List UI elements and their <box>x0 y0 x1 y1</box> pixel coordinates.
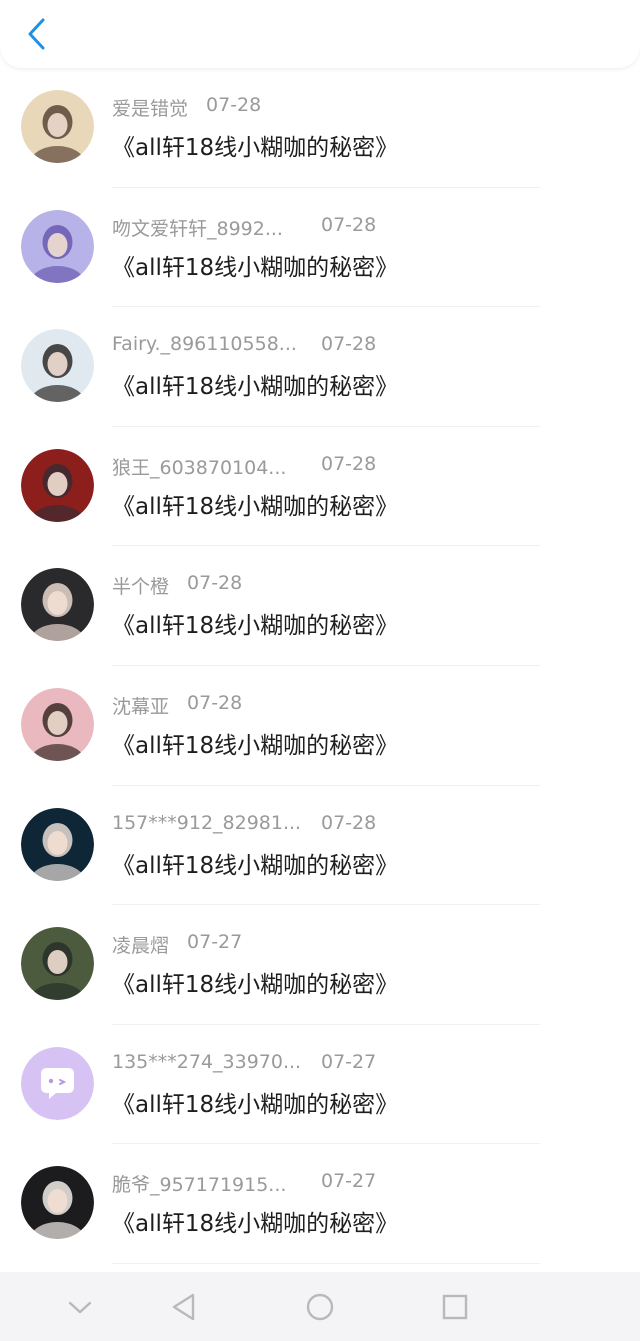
comment-meta: 135***274_33970... 07-27 <box>112 1051 376 1077</box>
nav-home-button[interactable] <box>302 1289 338 1325</box>
nav-recents-button[interactable] <box>437 1289 473 1325</box>
comment-meta: Fairy._896110558... 07-28 <box>112 333 376 359</box>
comment-meta: 爱是错觉 07-28 <box>112 94 261 121</box>
comment-meta: 狼王_603870104... 07-28 <box>112 453 376 480</box>
book-title[interactable]: 《all轩18线小糊咖的秘密》 <box>112 1085 398 1119</box>
nav-back-button[interactable] <box>165 1289 201 1325</box>
avatar[interactable] <box>21 90 94 163</box>
username[interactable]: 吻文爱轩轩_8992... <box>112 214 283 241</box>
book-title[interactable]: 《all轩18线小糊咖的秘密》 <box>112 487 398 521</box>
avatar-image <box>21 927 94 1001</box>
avatar[interactable] <box>21 448 94 522</box>
avatar[interactable] <box>21 209 94 283</box>
comment-date: 07-28 <box>321 811 377 834</box>
home-circle-icon <box>306 1293 334 1321</box>
comment-date: 07-28 <box>206 94 262 116</box>
back-button[interactable] <box>16 12 56 56</box>
comment-date: 07-28 <box>187 691 243 714</box>
avatar-image <box>21 568 94 642</box>
username[interactable]: 脆爷_957171915... <box>112 1170 286 1197</box>
list-item[interactable]: 沈幕亚 07-28 《all轩18线小糊咖的秘密》 <box>0 666 640 786</box>
comment-date: 07-28 <box>321 333 377 356</box>
book-title[interactable]: 《all轩18线小糊咖的秘密》 <box>112 128 398 162</box>
avatar[interactable] <box>21 568 94 642</box>
username[interactable]: 135***274_33970... <box>112 1051 301 1073</box>
chevron-down-icon <box>68 1301 92 1314</box>
list-item[interactable]: 135***274_33970... 07-27 《all轩18线小糊咖的秘密》 <box>0 1025 640 1145</box>
comment-meta: 半个橙 07-28 <box>112 572 242 599</box>
comment-meta: 脆爷_957171915... 07-27 <box>112 1170 376 1197</box>
book-title[interactable]: 《all轩18线小糊咖的秘密》 <box>112 846 398 880</box>
username[interactable]: Fairy._896110558... <box>112 333 297 355</box>
avatar[interactable] <box>21 329 94 403</box>
comment-list: 爱是错觉 07-28 《all轩18线小糊咖的秘密》 吻文爱轩轩_8992... 07-… <box>0 68 640 1264</box>
comment-meta: 沈幕亚 07-28 <box>112 692 242 719</box>
username[interactable]: 狼王_603870104... <box>112 453 286 480</box>
username[interactable]: 凌晨熠 <box>112 931 169 958</box>
avatar-image <box>21 448 94 522</box>
recents-square-icon <box>442 1294 468 1320</box>
avatar-image <box>21 1166 94 1240</box>
chevron-left-icon <box>28 18 45 50</box>
book-title[interactable]: 《all轩18线小糊咖的秘密》 <box>112 248 398 282</box>
list-item[interactable]: 半个橙 07-28 《all轩18线小糊咖的秘密》 <box>0 546 640 666</box>
comment-date: 07-28 <box>321 213 377 236</box>
avatar-image <box>21 90 94 163</box>
comment-date: 07-27 <box>321 1170 377 1193</box>
avatar[interactable] <box>21 687 94 761</box>
back-triangle-icon <box>172 1293 195 1321</box>
avatar[interactable] <box>21 807 94 881</box>
username[interactable]: 157***912_82981... <box>112 812 301 834</box>
book-title[interactable]: 《all轩18线小糊咖的秘密》 <box>112 367 398 401</box>
comment-date: 07-27 <box>321 1050 377 1073</box>
book-title[interactable]: 《all轩18线小糊咖的秘密》 <box>112 965 398 999</box>
list-item[interactable]: 吻文爱轩轩_8992... 07-28 《all轩18线小糊咖的秘密》 <box>0 188 640 308</box>
comment-date: 07-28 <box>187 572 243 595</box>
username[interactable]: 半个橙 <box>112 572 169 599</box>
default-avatar-icon <box>21 1046 94 1120</box>
avatar[interactable] <box>21 927 94 1001</box>
avatar-image <box>21 687 94 761</box>
list-item[interactable]: 凌晨熠 07-27 《all轩18线小糊咖的秘密》 <box>0 905 640 1025</box>
comment-date: 07-28 <box>321 452 377 475</box>
comment-meta: 凌晨熠 07-27 <box>112 931 242 958</box>
nav-collapse-button[interactable] <box>62 1289 98 1325</box>
username[interactable]: 爱是错觉 <box>112 94 188 121</box>
list-item[interactable]: 脆爷_957171915... 07-27 《all轩18线小糊咖的秘密》 <box>0 1144 640 1264</box>
avatar[interactable] <box>21 1166 94 1240</box>
comment-meta: 吻文爱轩轩_8992... 07-28 <box>112 214 376 241</box>
system-nav-bar <box>0 1272 640 1341</box>
list-item[interactable]: Fairy._896110558... 07-28 《all轩18线小糊咖的秘密》 <box>0 307 640 427</box>
list-item[interactable]: 狼王_603870104... 07-28 《all轩18线小糊咖的秘密》 <box>0 427 640 547</box>
top-bar <box>0 0 640 68</box>
avatar-image <box>21 807 94 881</box>
comment-meta: 157***912_82981... 07-28 <box>112 812 376 838</box>
avatar-image <box>21 209 94 283</box>
comment-date: 07-27 <box>187 931 243 954</box>
avatar-image <box>21 329 94 403</box>
list-item[interactable]: 爱是错觉 07-28 《all轩18线小糊咖的秘密》 <box>0 68 640 188</box>
book-title[interactable]: 《all轩18线小糊咖的秘密》 <box>112 726 398 760</box>
book-title[interactable]: 《all轩18线小糊咖的秘密》 <box>112 1204 398 1238</box>
username[interactable]: 沈幕亚 <box>112 692 169 719</box>
book-title[interactable]: 《all轩18线小糊咖的秘密》 <box>112 606 398 640</box>
avatar[interactable] <box>21 1046 94 1120</box>
list-item[interactable]: 157***912_82981... 07-28 《all轩18线小糊咖的秘密》 <box>0 786 640 906</box>
divider <box>112 1262 540 1264</box>
